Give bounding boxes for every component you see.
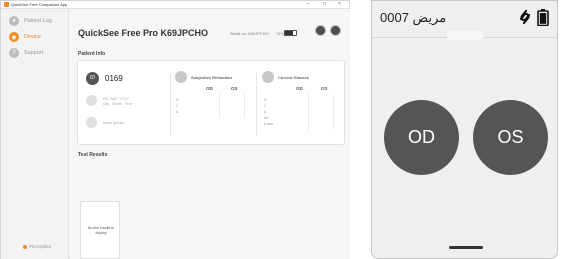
od-button[interactable]: OD [384,100,459,175]
patient-info-title: Patient Info [78,51,106,57]
brand-logo-icon [23,244,27,249]
sidebar-item-label: Device [24,34,41,40]
device-title: QuickSee Free Pro K69JPCHO [78,28,209,38]
patient-id[interactable]: 0169 [105,74,123,83]
sidebar-item-label: Patient Log [24,18,52,24]
minimize-icon[interactable]: – [307,1,310,8]
refraction-icon [175,71,187,83]
table-gridline [219,94,220,118]
sidebar-footer: PlenOptika [23,244,51,249]
battery-icon [537,9,549,26]
sidebar-item-support[interactable]: ? Support [9,47,67,59]
link-icon[interactable] [517,8,533,26]
subjective-row-c: C [176,104,179,108]
window-titlebar: QuickSee Free Companion App – □ × [1,1,349,9]
sidebar-item-label: Support [24,50,44,56]
phone-header: 0007 مريض [372,1,557,40]
dob-year-label: Year [124,102,132,106]
battery-percent: 74% [276,31,285,36]
phone-screen: 0007 مريض OD OS [371,0,558,259]
current-row-a: A [264,110,267,114]
subjective-row-s: S [176,98,179,102]
battery-icon [284,30,297,36]
table-gridline [244,94,245,118]
home-indicator[interactable] [449,246,483,249]
dob-input[interactable]: DD / MM / YYYY [103,97,129,101]
app-logo-icon [4,2,9,7]
glasses-icon [262,71,274,83]
gender-icon [86,117,97,128]
brand-name: PlenOptika [29,244,52,249]
id-badge-icon: ID [86,72,99,85]
divider [170,71,171,137]
pull-tab[interactable] [447,31,483,40]
window-title: QuickSee Free Companion App [11,2,68,7]
close-icon[interactable]: × [338,1,341,8]
link-device-button[interactable] [315,25,326,36]
gender-select[interactable]: select gender [103,121,124,125]
dob-parts: Day Month Year [103,102,132,106]
current-row-psize: p.size [264,122,274,126]
test-results-title: Test Results [78,152,108,158]
calendar-icon [86,95,97,106]
person-icon: ● [9,16,19,26]
device-icon: ◉ [9,32,19,42]
subjective-row-a: A [176,110,179,114]
table-gridline [333,94,334,130]
maximize-icon[interactable]: □ [323,1,326,8]
subjective-col-od: OD [206,86,213,91]
screenshot-root: QuickSee Free Companion App – □ × ● Pati… [0,0,569,259]
current-col-os: OS [321,86,328,91]
device-settings-button[interactable] [330,25,341,36]
dob-month-label: Month [112,102,122,106]
main-panel: QuickSee Free Pro K69JPCHO Serial no: K6… [70,9,350,259]
desktop-window: QuickSee Free Companion App – □ × ● Pati… [0,0,350,259]
os-button[interactable]: OS [473,100,548,175]
patient-title: 0007 مريض [380,10,447,25]
serial-number: Serial no: K69JPCHO [230,31,269,36]
subjective-refraction-title: Subjective Refraction [191,75,232,80]
subjective-col-os: OS [231,86,238,91]
current-row-c: C [264,104,267,108]
no-results-message: No test results to display [87,226,115,235]
divider [256,71,257,137]
current-col-od: OD [296,86,303,91]
test-results-empty-card: No test results to display [80,201,120,259]
table-gridline [308,94,309,130]
help-icon: ? [9,48,19,58]
current-row-ad: Ad [264,116,269,120]
sidebar-item-patient-log[interactable]: ● Patient Log [9,15,67,27]
patient-info-card: ID 0169 DD / MM / YYYY Day Month Year se… [77,60,345,145]
current-row-s: S [264,98,267,102]
battery-fill [285,31,294,35]
sidebar: ● Patient Log ◉ Device ? Support PlenOpt… [1,9,69,259]
dob-day-label: Day [103,102,110,106]
current-glasses-title: Current Glasses [278,75,309,80]
sidebar-item-device[interactable]: ◉ Device [9,31,67,43]
